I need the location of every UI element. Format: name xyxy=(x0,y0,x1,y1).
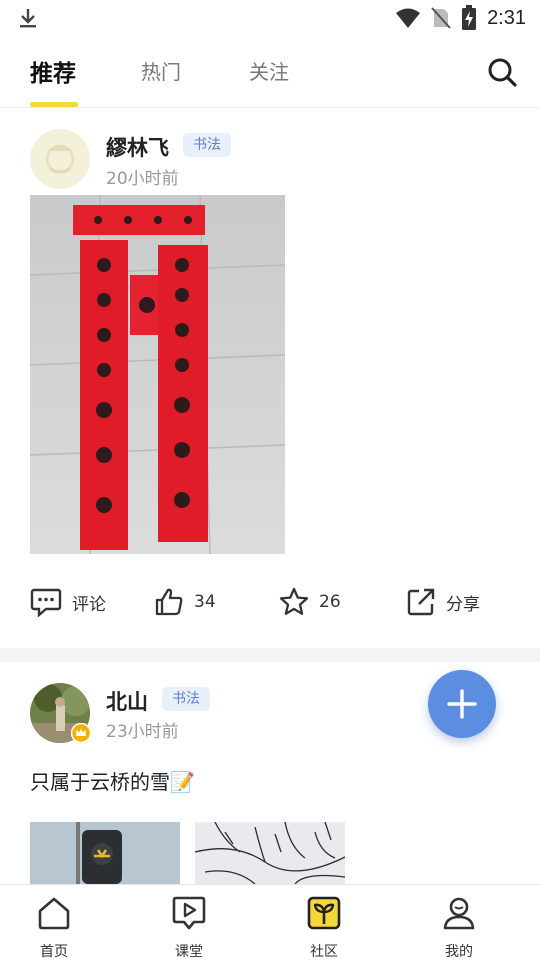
wifi-icon xyxy=(396,8,421,28)
post-username[interactable]: 繆林飞 xyxy=(106,132,169,162)
nav-label: 首页 xyxy=(40,944,68,960)
status-time: 2:31 xyxy=(487,6,526,29)
like-count: 34 xyxy=(194,592,216,612)
status-right: 2:31 xyxy=(395,4,526,32)
post-image-snowy-branches[interactable] xyxy=(195,822,345,884)
post-category-tag[interactable]: 书法 xyxy=(162,687,210,711)
tab-following[interactable]: 关注 xyxy=(249,56,289,85)
favorite-count: 26 xyxy=(319,592,341,612)
top-tab-bar: 推荐 热门 关注 xyxy=(0,36,540,108)
like-button[interactable]: 34 xyxy=(154,586,216,618)
home-icon xyxy=(38,897,70,930)
app-screen: 2:31 推荐 热门 关注 繆林飞 书法 20小时前 评论 34 26 分享 北… xyxy=(0,0,540,960)
classroom-icon xyxy=(172,896,206,930)
share-button[interactable]: 分享 xyxy=(406,586,480,618)
bottom-nav-bar: 首页 课堂 社区 我的 xyxy=(0,884,540,960)
post-image-couplets[interactable] xyxy=(30,195,285,554)
create-post-button[interactable] xyxy=(428,670,496,738)
comment-button[interactable]: 评论 xyxy=(30,586,106,618)
status-bar: 2:31 xyxy=(0,0,540,36)
nav-label: 课堂 xyxy=(175,944,203,960)
plus-icon xyxy=(447,689,477,719)
avatar-illustration xyxy=(30,129,90,189)
search-icon[interactable] xyxy=(486,56,518,88)
profile-icon xyxy=(443,897,475,930)
nav-label: 社区 xyxy=(310,944,338,960)
post-text[interactable]: 只属于云桥的雪📝 xyxy=(30,766,195,795)
post-timestamp: 23小时前 xyxy=(106,722,179,742)
share-icon xyxy=(407,588,435,616)
post-divider xyxy=(0,648,540,662)
post-card[interactable]: 繆林飞 书法 20小时前 评论 34 26 分享 xyxy=(0,110,540,648)
favorite-button[interactable]: 26 xyxy=(279,586,341,618)
nav-home[interactable]: 首页 xyxy=(14,895,94,960)
vip-crown-icon xyxy=(71,723,91,743)
comment-label: 评论 xyxy=(72,594,106,615)
share-label: 分享 xyxy=(446,594,480,615)
avatar[interactable] xyxy=(30,129,90,189)
active-tab-indicator xyxy=(30,102,78,107)
comment-icon xyxy=(30,588,62,617)
post-image-traffic-light[interactable] xyxy=(30,822,180,884)
post-category-tag[interactable]: 书法 xyxy=(183,133,231,157)
thumbs-up-icon xyxy=(155,588,183,616)
download-icon xyxy=(20,9,36,28)
no-sim-icon xyxy=(431,7,451,29)
post-timestamp: 20小时前 xyxy=(106,169,179,189)
nav-classroom[interactable]: 课堂 xyxy=(149,895,229,960)
nav-label: 我的 xyxy=(445,944,473,960)
post-username[interactable]: 北山 xyxy=(106,686,148,716)
battery-charging-icon xyxy=(462,5,477,30)
community-icon xyxy=(307,896,341,930)
tab-recommended[interactable]: 推荐 xyxy=(30,54,76,88)
nav-community[interactable]: 社区 xyxy=(284,895,364,960)
tab-popular[interactable]: 热门 xyxy=(141,56,181,85)
nav-profile[interactable]: 我的 xyxy=(419,895,499,960)
star-icon xyxy=(279,587,309,615)
